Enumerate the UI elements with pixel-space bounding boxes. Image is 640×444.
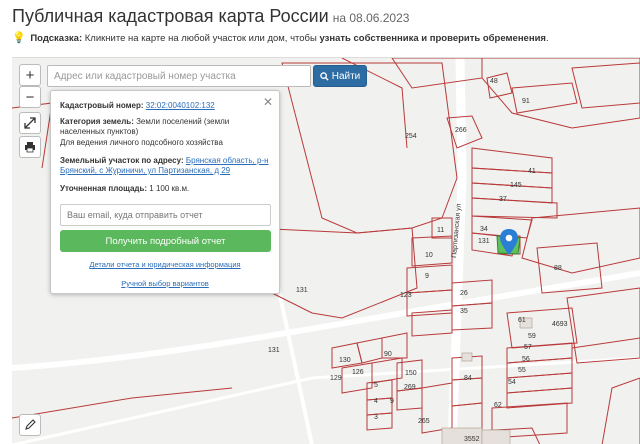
parcel-label: 88 [554, 265, 562, 272]
search-button[interactable]: Найти [313, 65, 367, 87]
printer-icon [25, 142, 35, 153]
pencil-icon [25, 419, 36, 430]
draw-tool-button[interactable] [19, 414, 41, 436]
parcel-label: 26 [460, 290, 468, 297]
parcel-label: 9 [390, 398, 394, 405]
parcel-label: 126 [352, 369, 364, 376]
get-report-button[interactable]: Получить подробный отчет [60, 230, 271, 252]
parcel-label: 131 [268, 347, 280, 354]
parcel-label: 90 [384, 351, 392, 358]
parcel-label: 11 [437, 227, 444, 234]
cadastral-row: Кадастровый номер: 32:02:0040102:132 [60, 101, 271, 111]
hint-emphasis: узнать собственника и проверить обремене… [319, 33, 546, 44]
parcel-label: 57 [524, 344, 532, 351]
category-row: Категория земель: Земли поселений (земли… [60, 117, 271, 137]
parcel-label: 145 [510, 182, 522, 189]
cadastral-label: Кадастровый номер: [60, 101, 144, 110]
parcel-label: 150 [405, 370, 417, 377]
parcel-label: 129 [330, 375, 342, 382]
parcel-label: 56 [522, 356, 530, 363]
parcel-label: 34 [480, 226, 488, 233]
zoom-out-label: − [25, 88, 35, 106]
parcel-label: 5 [374, 382, 378, 389]
parcel-label: 266 [455, 127, 467, 134]
parcel-label: 265 [418, 418, 430, 425]
area-row: Уточненная площадь: 1 100 кв.м. [60, 184, 271, 194]
search-icon [319, 71, 329, 81]
usage-row: Для ведения личного подсобного хозяйства [60, 138, 223, 147]
parcel-label: 10 [425, 252, 433, 259]
parcel-label: 254 [405, 133, 417, 140]
parcel-label: 54 [508, 379, 516, 386]
search-button-label: Найти [331, 70, 361, 82]
hint-text: Кликните на карте на любой участок или д… [84, 33, 317, 44]
parcel-label: 48 [490, 78, 498, 85]
parcel-label: 59 [528, 333, 536, 340]
parcel-label: 9 [425, 273, 429, 280]
parcel-label: 41 [528, 168, 536, 175]
address-label: Земельный участок по адресу: [60, 156, 184, 165]
parcel-label: 61 [518, 317, 526, 324]
email-field[interactable] [60, 204, 271, 226]
search-input[interactable] [47, 65, 311, 87]
parcel-label: 37 [499, 196, 507, 203]
parcel-label: 130 [339, 357, 351, 364]
address-link-2[interactable]: Брянский, с Журиничи, ул Партизанская, д… [60, 166, 230, 175]
parcel-label: 55 [518, 367, 526, 374]
parcel-label: 269 [404, 384, 416, 391]
report-details-link[interactable]: Детали отчета и юридическая информация [51, 260, 279, 269]
page-title: Публичная кадастровая карта России на 08.… [12, 6, 409, 27]
parcel-label: 91 [522, 98, 530, 105]
parcel-label: 123 [400, 292, 412, 299]
page-title-text: Публичная кадастровая карта России [12, 6, 329, 26]
address-link-1[interactable]: Брянская область, р-н [186, 156, 269, 165]
category-label: Категория земель: [60, 117, 134, 126]
street-label: Партизанская ул [451, 203, 463, 258]
fullscreen-button[interactable] [19, 112, 41, 134]
area-value: 1 100 кв.м. [149, 184, 190, 193]
zoom-out-button[interactable]: − [19, 86, 41, 108]
zoom-in-label: + [25, 66, 35, 84]
zoom-in-button[interactable]: + [19, 64, 41, 86]
parcel-label: 3 [374, 414, 378, 421]
lightbulb-icon: 💡 [12, 32, 26, 44]
parcel-label: 84 [464, 375, 472, 382]
hint-end: . [545, 33, 549, 44]
expand-icon [24, 117, 36, 129]
manual-selection-link[interactable]: Ручной выбор вариантов [51, 279, 279, 288]
parcel-label: 131 [478, 238, 490, 245]
cadastral-number-link[interactable]: 32:02:0040102:132 [146, 101, 215, 110]
parcel-label: 3552 [464, 436, 480, 443]
print-button[interactable] [19, 136, 41, 158]
page-date: на 08.06.2023 [332, 11, 410, 25]
parcel-label: 62 [494, 402, 502, 409]
parcel-label: 4693 [552, 321, 568, 328]
parcel-info-popup: ✕ Кадастровый номер: 32:02:0040102:132 К… [50, 90, 280, 294]
parcel-label: 4 [374, 398, 378, 405]
parcel-label: 35 [460, 308, 468, 315]
hint-bar: 💡 Подсказка: Кликните на карте на любой … [12, 31, 549, 44]
area-label: Уточненная площадь: [60, 184, 148, 193]
get-report-label: Получить подробный отчет [105, 235, 226, 247]
parcel-label: 131 [296, 287, 308, 294]
address-row: Земельный участок по адресу: Брянская об… [60, 156, 271, 176]
hint-label: Подсказка: [30, 33, 83, 44]
location-pin-icon[interactable] [500, 229, 518, 260]
